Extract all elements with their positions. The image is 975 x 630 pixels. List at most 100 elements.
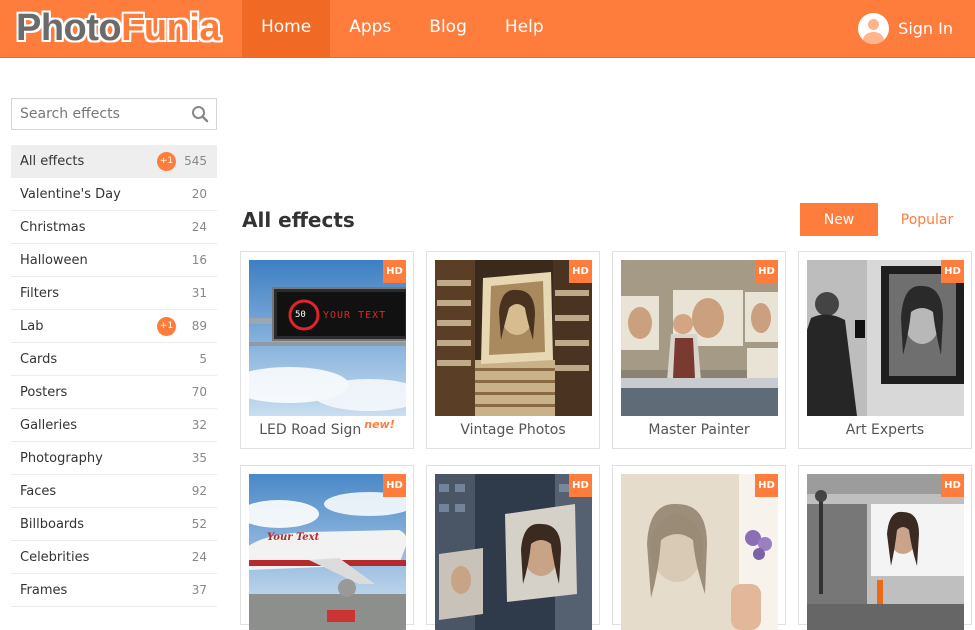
category-label: All effects <box>20 153 85 169</box>
airplane-image <box>249 474 406 630</box>
category-label: Valentine's Day <box>20 186 121 202</box>
vintage-photos-image <box>435 260 592 416</box>
page-title: All effects <box>242 208 355 232</box>
effect-card-street-poster[interactable]: HD <box>798 465 972 630</box>
hd-badge: HD <box>569 474 592 497</box>
category-label: Galleries <box>20 417 77 433</box>
category-count: 52 <box>191 517 207 531</box>
effect-card-master-painter[interactable]: HD Master Painter <box>612 251 786 449</box>
effect-card-art-experts[interactable]: HD Art Experts <box>798 251 972 449</box>
category-item-posters[interactable]: Posters 70 <box>11 376 217 409</box>
new-badge: new! <box>364 418 395 431</box>
user-avatar-icon <box>858 12 890 44</box>
top-bar: Photo Funia Home Apps Blog Help Sign In <box>0 0 975 58</box>
billboard-city-image <box>435 474 592 630</box>
category-count: 24 <box>191 220 207 234</box>
sign-led-text: YOUR TEXT <box>323 310 387 321</box>
master-painter-image <box>621 260 778 416</box>
category-item-filters[interactable]: Filters 31 <box>11 277 217 310</box>
led-road-sign-image <box>249 260 406 416</box>
category-count: 24 <box>191 550 207 564</box>
effect-thumbnail[interactable]: HD <box>435 260 592 416</box>
hd-badge: HD <box>383 474 406 497</box>
effect-thumbnail[interactable]: HD <box>621 260 778 416</box>
sort-popular-button[interactable]: Popular <box>888 203 966 236</box>
nav-apps[interactable]: Apps <box>330 0 410 57</box>
category-label: Faces <box>20 483 57 499</box>
category-count: 545 <box>184 154 207 168</box>
street-poster-image <box>807 474 964 630</box>
category-item-all-effects[interactable]: All effects +1 545 <box>11 145 217 178</box>
sign-in-label: Sign In <box>898 18 953 38</box>
effect-title: Master Painter <box>648 422 750 438</box>
category-label: Filters <box>20 285 59 301</box>
art-experts-image <box>807 260 964 416</box>
effect-thumbnail[interactable]: Your Text HD <box>249 474 406 630</box>
sketch-book-image <box>621 474 778 630</box>
logo-part-photo: Photo <box>16 6 122 49</box>
sign-in-button[interactable]: Sign In <box>858 10 953 46</box>
nav-blog[interactable]: Blog <box>410 0 486 57</box>
category-count: 89 <box>191 319 207 333</box>
new-count-badge: +1 <box>157 316 176 336</box>
nav-help[interactable]: Help <box>486 0 563 57</box>
category-list: All effects +1 545 Valentine's Day 20 Ch… <box>11 145 217 607</box>
sort-new-button[interactable]: New <box>800 203 878 236</box>
category-label: Billboards <box>20 516 85 532</box>
photofunia-logo[interactable]: Photo Funia <box>16 6 220 50</box>
category-item-christmas[interactable]: Christmas 24 <box>11 211 217 244</box>
sign-speed-text: 50 <box>295 310 306 320</box>
nav-home[interactable]: Home <box>242 0 331 57</box>
category-count: 70 <box>191 385 207 399</box>
category-label: Frames <box>20 582 68 598</box>
hd-badge: HD <box>941 260 964 283</box>
effect-card-airplane[interactable]: Your Text HD <box>240 465 414 630</box>
effect-card-led-road-sign[interactable]: 50 YOUR TEXT HD LED Road Sign new! <box>240 251 414 449</box>
category-item-galleries[interactable]: Galleries 32 <box>11 409 217 442</box>
category-item-celebrities[interactable]: Celebrities 24 <box>11 541 217 574</box>
category-label: Photography <box>20 450 103 466</box>
effect-card-sketch-book[interactable]: HD <box>612 465 786 630</box>
category-item-photography[interactable]: Photography 35 <box>11 442 217 475</box>
main-nav: Home Apps Blog Help <box>242 0 563 57</box>
effect-title: Art Experts <box>845 422 925 438</box>
effect-thumbnail[interactable]: HD <box>807 474 964 630</box>
new-count-badge: +1 <box>157 151 176 171</box>
hd-badge: HD <box>941 474 964 497</box>
effect-card-billboard-city[interactable]: HD <box>426 465 600 630</box>
effect-title: Vintage Photos <box>460 422 566 438</box>
category-item-cards[interactable]: Cards 5 <box>11 343 217 376</box>
effect-card-vintage-photos[interactable]: HD Vintage Photos <box>426 251 600 449</box>
category-label: Halloween <box>20 252 88 268</box>
effect-thumbnail[interactable]: HD <box>621 474 778 630</box>
category-count: 92 <box>191 484 207 498</box>
category-count: 20 <box>191 187 207 201</box>
category-item-halloween[interactable]: Halloween 16 <box>11 244 217 277</box>
category-item-faces[interactable]: Faces 92 <box>11 475 217 508</box>
category-count: 16 <box>191 253 207 267</box>
logo-part-funia: Funia <box>121 6 220 49</box>
effect-thumbnail[interactable]: 50 YOUR TEXT HD <box>249 260 406 416</box>
category-label: Cards <box>20 351 58 367</box>
category-count: 37 <box>191 583 207 597</box>
category-label: Lab <box>20 318 44 334</box>
category-item-billboards[interactable]: Billboards 52 <box>11 508 217 541</box>
category-label: Posters <box>20 384 68 400</box>
category-count: 5 <box>199 352 207 366</box>
effect-title: LED Road Sign new! <box>259 418 395 438</box>
search-box <box>11 98 217 130</box>
category-item-frames[interactable]: Frames 37 <box>11 574 217 607</box>
category-item-valentines-day[interactable]: Valentine's Day 20 <box>11 178 217 211</box>
search-input[interactable] <box>12 99 182 129</box>
plane-text: Your Text <box>267 532 320 543</box>
effect-thumbnail[interactable]: HD <box>807 260 964 416</box>
category-item-lab[interactable]: Lab +1 89 <box>11 310 217 343</box>
effect-thumbnail[interactable]: HD <box>435 474 592 630</box>
category-count: 35 <box>191 451 207 465</box>
category-label: Celebrities <box>20 549 90 565</box>
search-icon[interactable] <box>191 105 209 123</box>
category-count: 31 <box>191 286 207 300</box>
category-label: Christmas <box>20 219 86 235</box>
hd-badge: HD <box>569 260 592 283</box>
hd-badge: HD <box>755 474 778 497</box>
